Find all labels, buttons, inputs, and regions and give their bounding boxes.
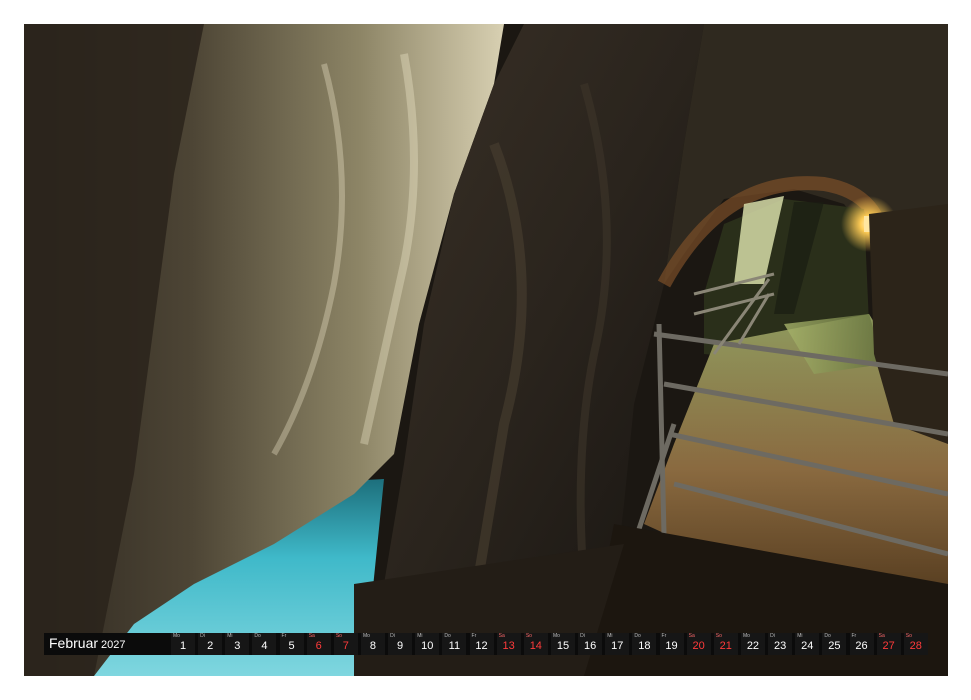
day-number: 23 (773, 640, 787, 652)
day-number: 4 (261, 640, 268, 652)
gorge-illustration (24, 24, 948, 676)
weekday-abbr: Mo (742, 633, 750, 639)
day-number: 19 (665, 640, 678, 652)
day-number: 24 (801, 640, 814, 652)
weekday-abbr: Mi (797, 633, 803, 639)
day-cell: So 7 (333, 633, 358, 655)
day-number: 15 (556, 640, 570, 652)
weekday-abbr: Di (390, 633, 395, 639)
weekday-abbr: Sa (878, 633, 885, 639)
day-cell: Mo 15 (550, 633, 575, 655)
weekday-abbr: Mo (362, 633, 370, 639)
day-cell: Mi 10 (415, 633, 440, 655)
weekday-abbr: Di (770, 633, 775, 639)
day-number: 3 (234, 640, 241, 652)
day-cell: Fr 19 (659, 633, 684, 655)
day-number: 28 (909, 640, 922, 652)
weekday-abbr: Di (580, 633, 585, 639)
year-label: 2027 (101, 639, 126, 651)
day-cell: Do 18 (632, 633, 657, 655)
day-number: 18 (638, 640, 651, 652)
calendar-strip: Februar 2027 Mo 1 Di 2 Mi 3 Do 4 Fr 5 Sa 6 So 7 Mo 8 Di 9 M… (44, 633, 928, 655)
day-number: 22 (746, 640, 760, 652)
weekday-abbr: Di (200, 633, 205, 639)
weekday-abbr: Mi (417, 633, 423, 639)
day-number: 8 (369, 640, 377, 652)
weekday-abbr: So (335, 633, 342, 639)
day-cell: Di 23 (768, 633, 793, 655)
weekday-abbr: Fr (281, 633, 287, 639)
weekday-abbr: Do (254, 633, 261, 639)
weekday-abbr: Sa (308, 633, 315, 639)
weekday-abbr: Fr (661, 633, 667, 639)
day-number: 13 (502, 640, 515, 652)
month-label: Februar 2027 (49, 635, 126, 653)
day-number: 20 (692, 640, 705, 652)
day-cell: Do 4 (252, 633, 277, 655)
month-name: Februar (49, 635, 99, 651)
weekday-abbr: Do (634, 633, 641, 639)
gorge-photo (24, 24, 948, 676)
weekday-abbr: Sa (688, 633, 695, 639)
day-cell: Sa 6 (306, 633, 331, 655)
day-number: 17 (611, 640, 624, 652)
weekday-abbr: Mo (173, 633, 180, 639)
weekday-abbr: Fr (471, 633, 477, 639)
day-cell: Mo 22 (740, 633, 765, 655)
day-cell: So 28 (903, 633, 928, 655)
day-number: 7 (342, 640, 349, 652)
day-cell: Mo 8 (360, 633, 385, 655)
weekday-abbr: Mo (552, 633, 560, 639)
calendar-page: Februar 2027 Mo 1 Di 2 Mi 3 Do 4 Fr 5 Sa 6 So 7 Mo 8 Di 9 M… (0, 0, 971, 700)
weekday-abbr: Mi (227, 633, 233, 639)
day-number: 1 (179, 640, 187, 652)
day-number: 12 (475, 640, 488, 652)
day-cell: Fr 5 (279, 633, 304, 655)
weekday-abbr: Sa (498, 633, 505, 639)
day-cell: Mi 3 (225, 633, 250, 655)
day-number: 27 (882, 640, 895, 652)
day-cell: Di 9 (388, 633, 413, 655)
day-cell: Sa 27 (876, 633, 901, 655)
day-cell: Mi 24 (795, 633, 820, 655)
day-cell: Mi 17 (605, 633, 630, 655)
day-number: 5 (288, 640, 295, 652)
day-cell: Sa 13 (496, 633, 521, 655)
weekday-abbr: So (905, 633, 912, 639)
day-cell: Fr 12 (469, 633, 494, 655)
weekday-abbr: Mi (607, 633, 613, 639)
weekday-abbr: So (525, 633, 532, 639)
day-cell: Sa 20 (686, 633, 711, 655)
weekday-abbr: Do (824, 633, 831, 639)
day-number: 2 (207, 640, 214, 652)
day-cell: Di 16 (578, 633, 603, 655)
day-cell: Do 25 (822, 633, 847, 655)
day-number: 26 (855, 640, 868, 652)
day-cell: Fr 26 (849, 633, 874, 655)
day-number: 11 (448, 640, 461, 652)
day-cell: So 21 (713, 633, 738, 655)
weekday-abbr: Fr (851, 633, 857, 639)
day-cell: So 14 (523, 633, 548, 655)
day-number: 6 (315, 640, 322, 652)
day-cell: Mo 1 (171, 633, 195, 655)
day-cell: Di 2 (198, 633, 223, 655)
day-number: 9 (397, 640, 404, 652)
day-number: 25 (828, 640, 841, 652)
day-number: 10 (421, 640, 434, 652)
day-number: 16 (583, 640, 597, 652)
day-number: 14 (529, 640, 542, 652)
weekday-abbr: So (715, 633, 722, 639)
weekday-abbr: Do (444, 633, 451, 639)
day-cell: Do 11 (442, 633, 467, 655)
day-number: 21 (719, 640, 732, 652)
